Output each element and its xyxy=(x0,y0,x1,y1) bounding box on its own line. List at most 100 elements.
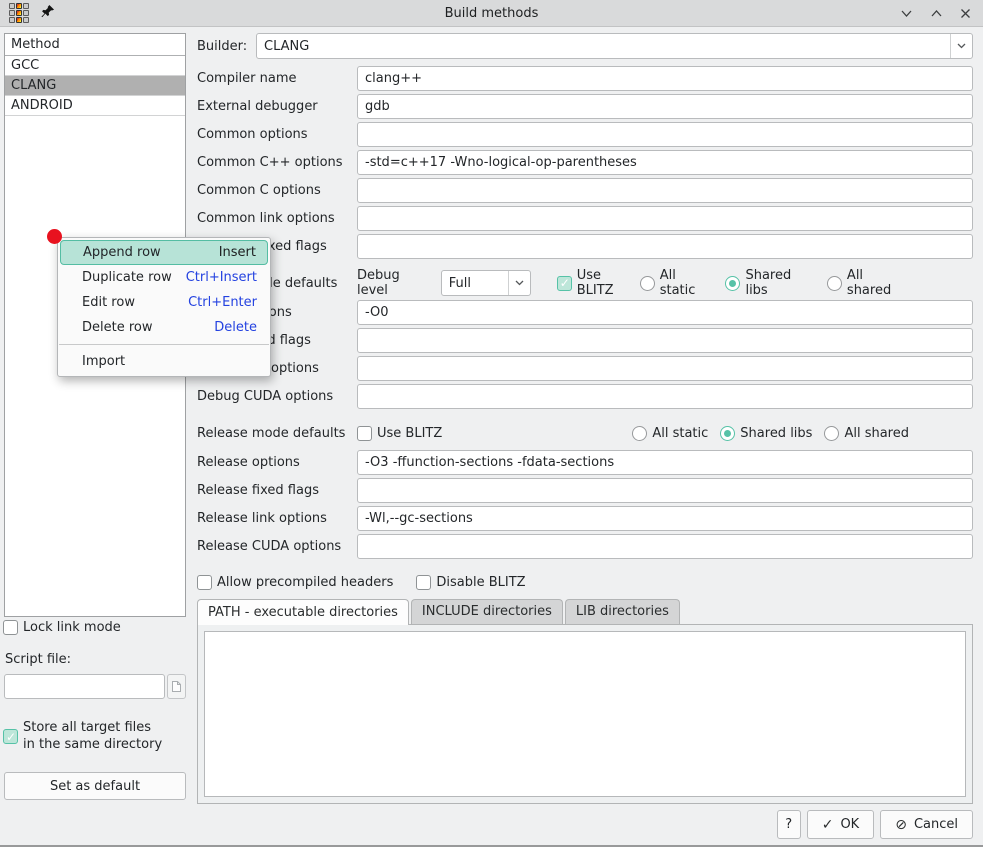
disable-blitz-checkbox[interactable]: Disable BLITZ xyxy=(416,575,525,590)
field-label: Common options xyxy=(197,127,357,142)
compiler-name-input[interactable] xyxy=(357,66,973,91)
store-target-files-checkbox[interactable]: Store all target files in the same direc… xyxy=(3,719,162,753)
set-as-default-button[interactable]: Set as default xyxy=(4,772,186,800)
menu-item-duplicate-row[interactable]: Duplicate row Ctrl+Insert xyxy=(58,265,270,290)
field-label: Compiler name xyxy=(197,71,357,86)
titlebar: Build methods xyxy=(0,0,983,27)
cancel-button[interactable]: ⊘ Cancel xyxy=(880,810,973,839)
field-label: Release options xyxy=(197,455,357,470)
cancel-icon: ⊘ xyxy=(895,817,907,833)
tab-include-directories[interactable]: INCLUDE directories xyxy=(411,599,563,624)
debug-mode-defaults-row: Debug mode defaults Debug level Full Use… xyxy=(197,270,973,296)
pin-icon[interactable] xyxy=(40,4,55,23)
ok-button[interactable]: ✓ OK xyxy=(807,810,875,839)
common-options-input[interactable] xyxy=(357,122,973,147)
menu-item-append-row[interactable]: Append row Insert xyxy=(60,240,268,265)
debug-use-blitz-checkbox[interactable]: Use BLITZ xyxy=(557,268,640,298)
menu-item-import[interactable]: Import xyxy=(58,349,270,374)
method-row-clang[interactable]: CLANG xyxy=(5,76,185,96)
method-row-gcc[interactable]: GCC xyxy=(5,56,185,76)
allow-precompiled-headers-checkbox[interactable]: Allow precompiled headers xyxy=(197,575,393,590)
shortcut-label: Insert xyxy=(219,245,256,260)
field-label: Debug CUDA options xyxy=(197,389,357,404)
release-link-mode-radios: All static Shared libs All shared xyxy=(632,426,909,441)
window-close-icon[interactable] xyxy=(960,8,971,19)
shortcut-label: Ctrl+Insert xyxy=(186,270,257,285)
radio-icon xyxy=(640,276,655,291)
common-cpp-options-input[interactable] xyxy=(357,150,973,175)
debug-all-static-radio[interactable]: All static xyxy=(640,268,714,298)
chevron-down-icon[interactable] xyxy=(508,271,530,295)
debug-cuda-options-input[interactable] xyxy=(357,384,973,409)
field-label: Release CUDA options xyxy=(197,539,357,554)
path-directories-list[interactable] xyxy=(204,631,966,797)
checkbox-icon xyxy=(3,620,18,635)
debug-level-value: Full xyxy=(449,276,471,291)
menu-separator xyxy=(59,344,269,345)
debug-shared-libs-radio[interactable]: Shared libs xyxy=(725,268,814,298)
directories-tab-pane xyxy=(197,624,973,804)
debug-all-shared-radio[interactable]: All shared xyxy=(827,268,909,298)
checkbox-icon xyxy=(557,276,572,291)
release-fixed-flags-input[interactable] xyxy=(357,478,973,503)
checkbox-icon xyxy=(357,426,372,441)
section-label: Release mode defaults xyxy=(197,426,357,441)
release-link-options-input[interactable] xyxy=(357,506,973,531)
field-label: Common C++ options xyxy=(197,155,357,170)
debug-fixed-flags-input[interactable] xyxy=(357,328,973,353)
release-all-shared-radio[interactable]: All shared xyxy=(824,426,909,441)
radio-icon xyxy=(720,426,735,441)
tab-path-directories[interactable]: PATH - executable directories xyxy=(197,599,409,625)
help-button[interactable]: ? xyxy=(777,810,801,839)
debug-level-label: Debug level xyxy=(357,268,433,298)
app-icon xyxy=(9,3,29,23)
build-methods-dialog: { "titlebar": { "title": "Build methods"… xyxy=(0,0,983,847)
debug-options-input[interactable] xyxy=(357,300,973,325)
build-method-form: Builder: CLANG Compiler name External de… xyxy=(197,33,973,804)
release-shared-libs-radio[interactable]: Shared libs xyxy=(720,426,812,441)
common-c-options-input[interactable] xyxy=(357,178,973,203)
radio-icon xyxy=(827,276,842,291)
debug-level-combobox[interactable]: Full xyxy=(441,270,531,296)
builder-value: CLANG xyxy=(264,39,309,54)
directories-tabbar: PATH - executable directories INCLUDE di… xyxy=(197,599,973,624)
shortcut-label: Ctrl+Enter xyxy=(188,295,257,310)
document-icon xyxy=(171,680,182,693)
method-row-android[interactable]: ANDROID xyxy=(5,96,185,116)
checkbox-icon xyxy=(197,575,212,590)
window-maximize-icon[interactable] xyxy=(930,9,943,18)
script-file-browse-button[interactable] xyxy=(167,674,186,699)
lock-link-mode-checkbox[interactable]: Lock link mode xyxy=(3,620,121,635)
radio-icon xyxy=(725,276,740,291)
tab-lib-directories[interactable]: LIB directories xyxy=(565,599,680,624)
field-label: Release fixed flags xyxy=(197,483,357,498)
common-link-options-input[interactable] xyxy=(357,206,973,231)
field-label: Common C options xyxy=(197,183,357,198)
context-menu: Append row Insert Duplicate row Ctrl+Ins… xyxy=(57,237,271,377)
builder-label: Builder: xyxy=(197,39,256,54)
window-title: Build methods xyxy=(0,6,983,21)
release-cuda-options-input[interactable] xyxy=(357,534,973,559)
debug-link-mode-radios: All static Shared libs All shared xyxy=(640,268,909,298)
builder-combobox[interactable]: CLANG xyxy=(256,33,973,59)
common-fixed-flags-input[interactable] xyxy=(357,234,973,259)
shortcut-label: Delete xyxy=(214,320,257,335)
cursor-click-indicator xyxy=(47,229,62,244)
chevron-down-icon[interactable] xyxy=(950,34,972,58)
external-debugger-input[interactable] xyxy=(357,94,973,119)
radio-icon xyxy=(824,426,839,441)
checkbox-icon xyxy=(3,729,18,744)
script-file-label: Script file: xyxy=(5,652,71,667)
release-all-static-radio[interactable]: All static xyxy=(632,426,708,441)
debug-link-options-input[interactable] xyxy=(357,356,973,381)
window-shade-icon[interactable] xyxy=(900,9,913,18)
field-label: Release link options xyxy=(197,511,357,526)
dialog-buttons: ? ✓ OK ⊘ Cancel xyxy=(777,810,973,839)
script-file-input[interactable] xyxy=(4,674,165,699)
menu-item-delete-row[interactable]: Delete row Delete xyxy=(58,315,270,340)
menu-item-edit-row[interactable]: Edit row Ctrl+Enter xyxy=(58,290,270,315)
release-options-input[interactable] xyxy=(357,450,973,475)
method-list-header[interactable]: Method xyxy=(5,34,185,56)
checkbox-icon xyxy=(416,575,431,590)
release-use-blitz-checkbox[interactable]: Use BLITZ xyxy=(357,426,442,441)
